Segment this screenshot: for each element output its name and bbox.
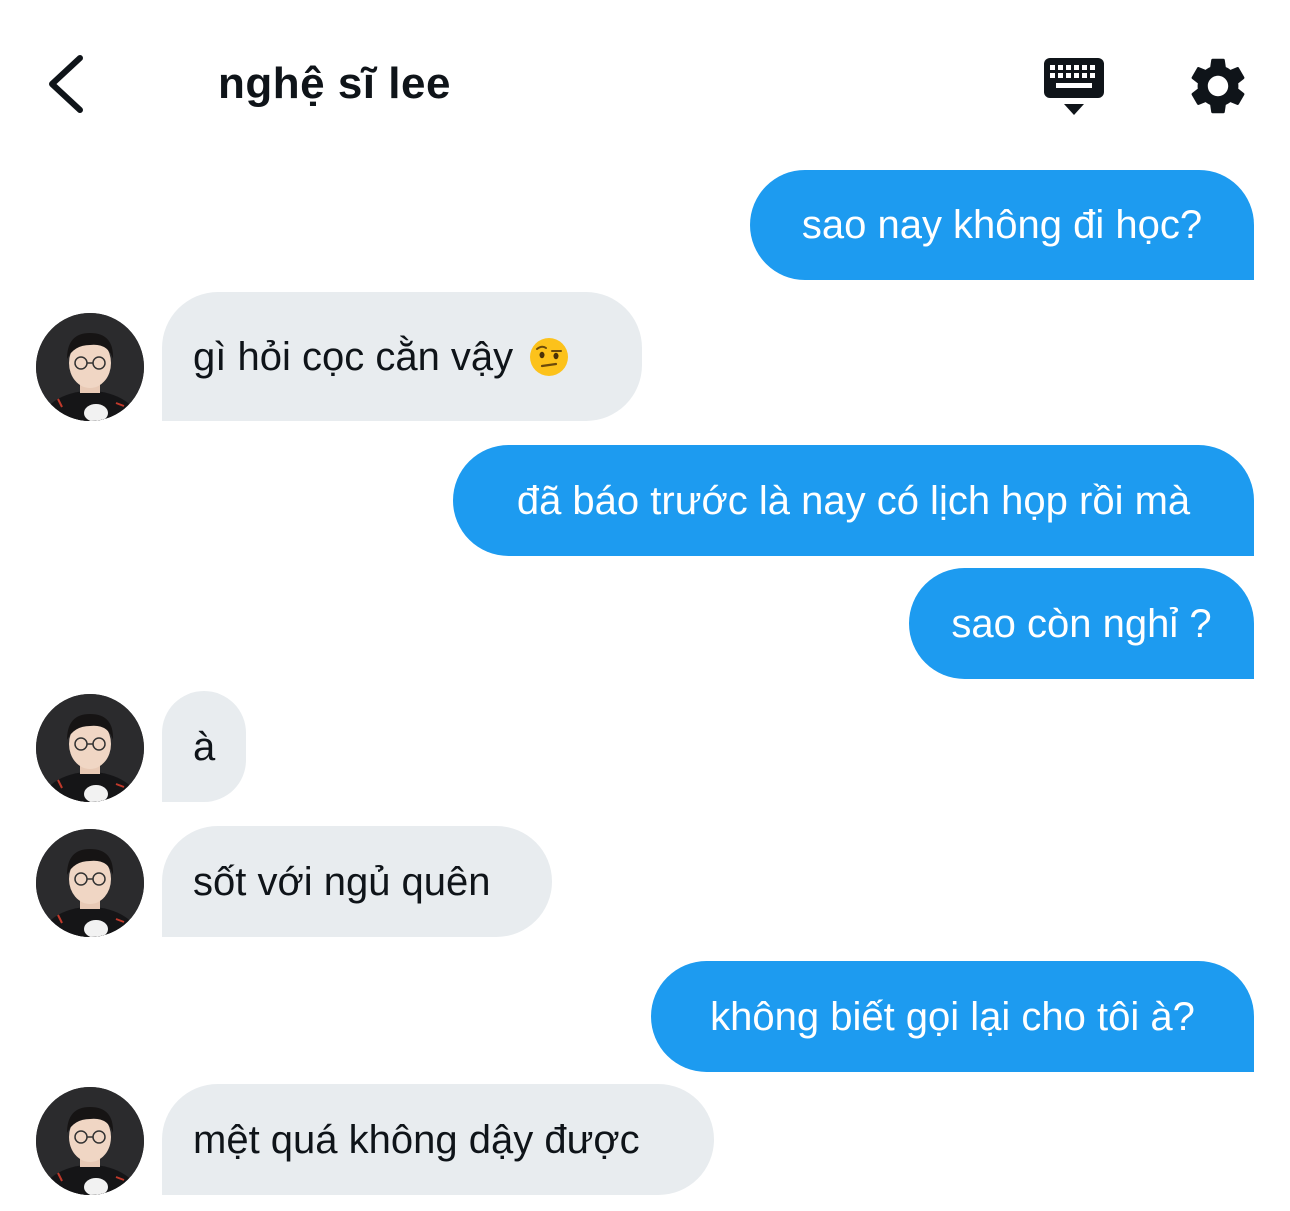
chat-header: nghệ sĩ lee bbox=[0, 0, 1290, 160]
avatar[interactable] bbox=[36, 694, 144, 802]
chevron-left-icon bbox=[49, 55, 83, 113]
message-text: sao còn nghỉ ? bbox=[951, 601, 1212, 646]
conversation-title[interactable]: nghệ sĩ lee bbox=[218, 58, 451, 110]
outgoing-message[interactable]: đã báo trước là nay có lịch họp rồi mà bbox=[453, 445, 1254, 556]
keyboard-icon bbox=[1044, 58, 1104, 115]
avatar-photo bbox=[36, 694, 144, 802]
message-text: đã báo trước là nay có lịch họp rồi mà bbox=[516, 478, 1191, 523]
gear-icon bbox=[1191, 58, 1245, 114]
avatar-photo bbox=[36, 1087, 144, 1195]
avatar[interactable] bbox=[36, 313, 144, 421]
outgoing-message[interactable]: sao nay không đi học? bbox=[750, 170, 1254, 280]
message-text: không biết gọi lại cho tôi à? bbox=[710, 994, 1195, 1039]
incoming-message[interactable]: gì hỏi cọc cằn vậy bbox=[162, 292, 642, 421]
settings-button[interactable] bbox=[1184, 52, 1252, 120]
avatar-photo bbox=[36, 313, 144, 421]
message-text: mệt quá không dậy được bbox=[193, 1117, 640, 1162]
avatar[interactable] bbox=[36, 1087, 144, 1195]
incoming-message[interactable]: mệt quá không dậy được bbox=[162, 1084, 714, 1195]
outgoing-message[interactable]: không biết gọi lại cho tôi à? bbox=[651, 961, 1254, 1072]
message-text: sốt với ngủ quên bbox=[193, 859, 491, 904]
incoming-message[interactable]: à bbox=[162, 691, 246, 802]
message-text: gì hỏi cọc cằn vậy bbox=[193, 334, 514, 379]
incoming-message[interactable]: sốt với ngủ quên bbox=[162, 826, 552, 937]
avatar[interactable] bbox=[36, 829, 144, 937]
avatar-photo bbox=[36, 829, 144, 937]
message-text: sao nay không đi học? bbox=[801, 203, 1203, 247]
face-with-raised-eyebrow-icon bbox=[530, 337, 569, 376]
outgoing-message[interactable]: sao còn nghỉ ? bbox=[909, 568, 1254, 679]
keyboard-button[interactable] bbox=[1040, 54, 1110, 120]
back-button[interactable] bbox=[38, 48, 98, 120]
message-text: à bbox=[193, 724, 216, 769]
